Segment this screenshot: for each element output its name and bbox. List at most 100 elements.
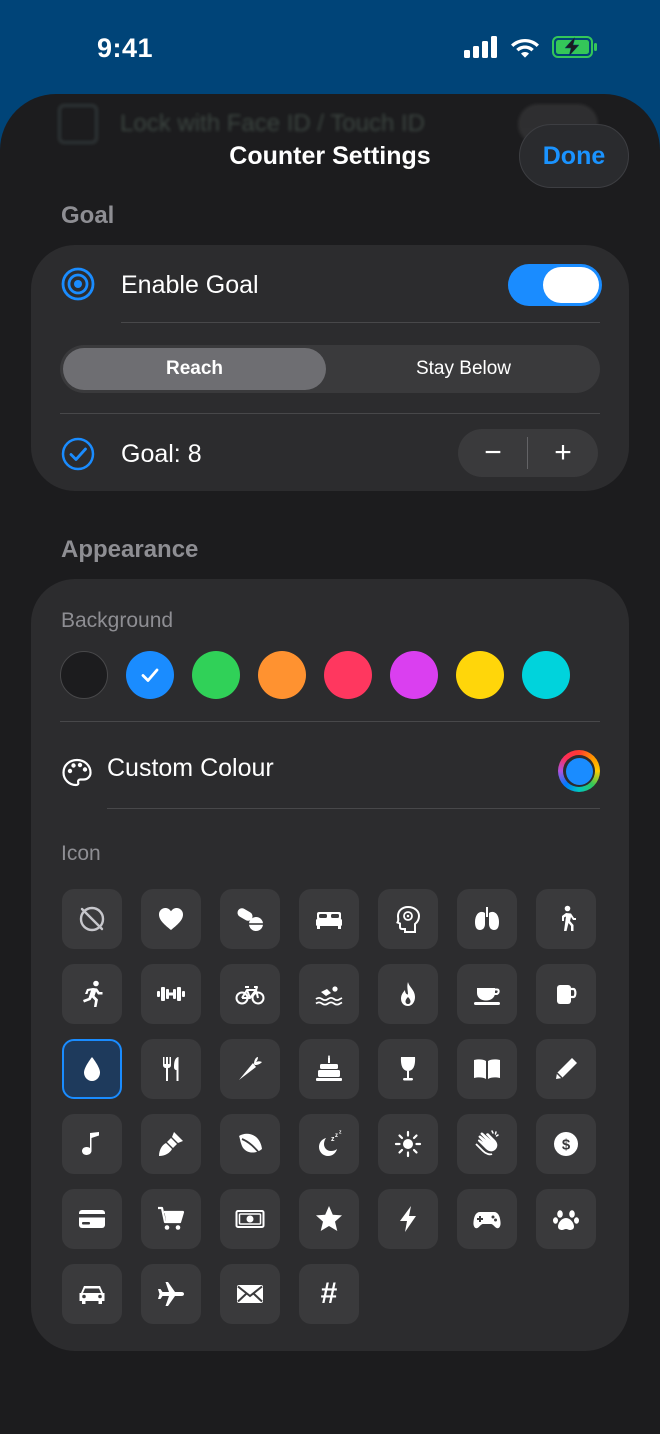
fork-knife-icon: [163, 1057, 179, 1081]
icon-option-pills[interactable]: [220, 889, 280, 949]
icon-option-clapping-hands[interactable]: [457, 1114, 517, 1174]
sun-icon: [394, 1130, 422, 1158]
background-lock-label: Lock with Face ID / Touch ID: [120, 110, 426, 137]
svg-text:z: z: [335, 1133, 338, 1139]
icon-option-wine-glass[interactable]: [378, 1039, 438, 1099]
walking-icon: [562, 905, 576, 931]
bolt-icon: [400, 1206, 416, 1232]
star-icon: [316, 1206, 342, 1231]
heart-icon: [159, 908, 183, 930]
icon-option-paw[interactable]: [536, 1189, 596, 1249]
music-note-icon: [82, 1132, 99, 1155]
icon-option-paintbrush[interactable]: [141, 1114, 201, 1174]
appearance-card: Background Custom Colour Icon z z z $ #: [31, 579, 629, 1351]
icon-option-hash[interactable]: #: [299, 1264, 359, 1324]
icon-option-gamepad[interactable]: [457, 1189, 517, 1249]
swatch-red[interactable]: [324, 651, 372, 699]
swatch-cyan[interactable]: [522, 651, 570, 699]
hash-icon: #: [320, 1277, 338, 1310]
icon-option-water-drop[interactable]: [62, 1039, 122, 1099]
book-icon: [474, 1059, 500, 1079]
icon-option-envelope[interactable]: [220, 1264, 280, 1324]
brain-icon: [396, 905, 421, 933]
color-picker-current: [565, 757, 593, 785]
icon-option-leaf[interactable]: [220, 1114, 280, 1174]
segment-stay-below[interactable]: Stay Below: [330, 348, 597, 390]
gamepad-icon: [473, 1212, 501, 1229]
icon-option-music-note[interactable]: [62, 1114, 122, 1174]
icon-option-flame[interactable]: [378, 964, 438, 1024]
icon-option-credit-card[interactable]: [62, 1189, 122, 1249]
target-icon: [61, 267, 95, 301]
icon-option-fork-knife[interactable]: [141, 1039, 201, 1099]
icon-option-sun[interactable]: [378, 1114, 438, 1174]
icon-option-swimming[interactable]: [299, 964, 359, 1024]
icon-option-none[interactable]: [62, 889, 122, 949]
pills-icon: [237, 908, 263, 931]
carrot-icon: [239, 1057, 262, 1080]
status-icons: [464, 36, 598, 58]
palette-icon: [62, 758, 92, 787]
swatch-dark[interactable]: [60, 651, 108, 699]
status-bar: 9:41: [0, 0, 660, 96]
teacup-icon: [474, 988, 500, 1005]
segment-reach[interactable]: Reach: [63, 348, 326, 390]
icon-option-pencil[interactable]: [536, 1039, 596, 1099]
svg-text:$: $: [562, 1137, 571, 1154]
icon-option-sleep-moon[interactable]: zzz: [299, 1114, 359, 1174]
status-time: 9:41: [97, 33, 154, 63]
clapping-hands-icon: [475, 1130, 499, 1156]
icon-option-heart[interactable]: [141, 889, 201, 949]
swatch-orange[interactable]: [258, 651, 306, 699]
custom-colour-label: Custom Colour: [107, 754, 274, 782]
icon-option-star[interactable]: [299, 1189, 359, 1249]
icon-option-dumbbell[interactable]: [141, 964, 201, 1024]
enable-goal-row[interactable]: Enable Goal: [31, 245, 629, 323]
icon-option-airplane[interactable]: [141, 1264, 201, 1324]
icon-option-bed[interactable]: [299, 889, 359, 949]
color-picker-ring: [563, 755, 595, 787]
dumbbell-icon: [157, 987, 185, 1001]
checkmark-circle-icon: [61, 437, 95, 471]
increment-button[interactable]: +: [528, 429, 598, 477]
toggle-knob: [543, 267, 599, 303]
divider: [107, 808, 600, 809]
bed-icon: [316, 912, 342, 929]
wifi-icon: [511, 39, 539, 58]
wine-glass-icon: [400, 1057, 416, 1081]
swatch-purple[interactable]: [390, 651, 438, 699]
icon-option-bolt[interactable]: [378, 1189, 438, 1249]
icon-label: Icon: [61, 842, 101, 865]
battery-charging-icon: [552, 36, 597, 58]
swatch-green[interactable]: [192, 651, 240, 699]
icon-option-lungs[interactable]: [457, 889, 517, 949]
divider: [60, 413, 600, 414]
swatch-blue[interactable]: [126, 651, 174, 699]
icon-option-mug[interactable]: [536, 964, 596, 1024]
icon-option-walking[interactable]: [536, 889, 596, 949]
icon-option-banknote[interactable]: [220, 1189, 280, 1249]
color-picker-button[interactable]: [558, 750, 600, 792]
icon-option-cake[interactable]: [299, 1039, 359, 1099]
banknote-icon: [235, 1210, 265, 1228]
no-icon: [79, 906, 105, 932]
icon-option-bicycle[interactable]: [220, 964, 280, 1024]
decrement-button[interactable]: −: [458, 429, 528, 477]
icon-option-running[interactable]: [62, 964, 122, 1024]
goal-mode-segmented-control[interactable]: Reach Stay Below: [60, 345, 600, 393]
swatch-yellow[interactable]: [456, 651, 504, 699]
icon-option-teacup[interactable]: [457, 964, 517, 1024]
icon-option-cart[interactable]: [141, 1189, 201, 1249]
sleep-moon-icon: z zz: [319, 1130, 342, 1156]
icon-option-carrot[interactable]: [220, 1039, 280, 1099]
icon-option-book[interactable]: [457, 1039, 517, 1099]
icon-option-dollar-coin[interactable]: $: [536, 1114, 596, 1174]
face-id-icon: [58, 104, 98, 144]
enable-goal-toggle[interactable]: [508, 264, 602, 306]
pencil-icon: [556, 1058, 577, 1079]
enable-goal-label: Enable Goal: [121, 271, 259, 299]
appearance-section-title: Appearance: [61, 536, 199, 563]
done-button[interactable]: Done: [519, 124, 629, 188]
icon-option-car[interactable]: [62, 1264, 122, 1324]
icon-option-brain[interactable]: [378, 889, 438, 949]
